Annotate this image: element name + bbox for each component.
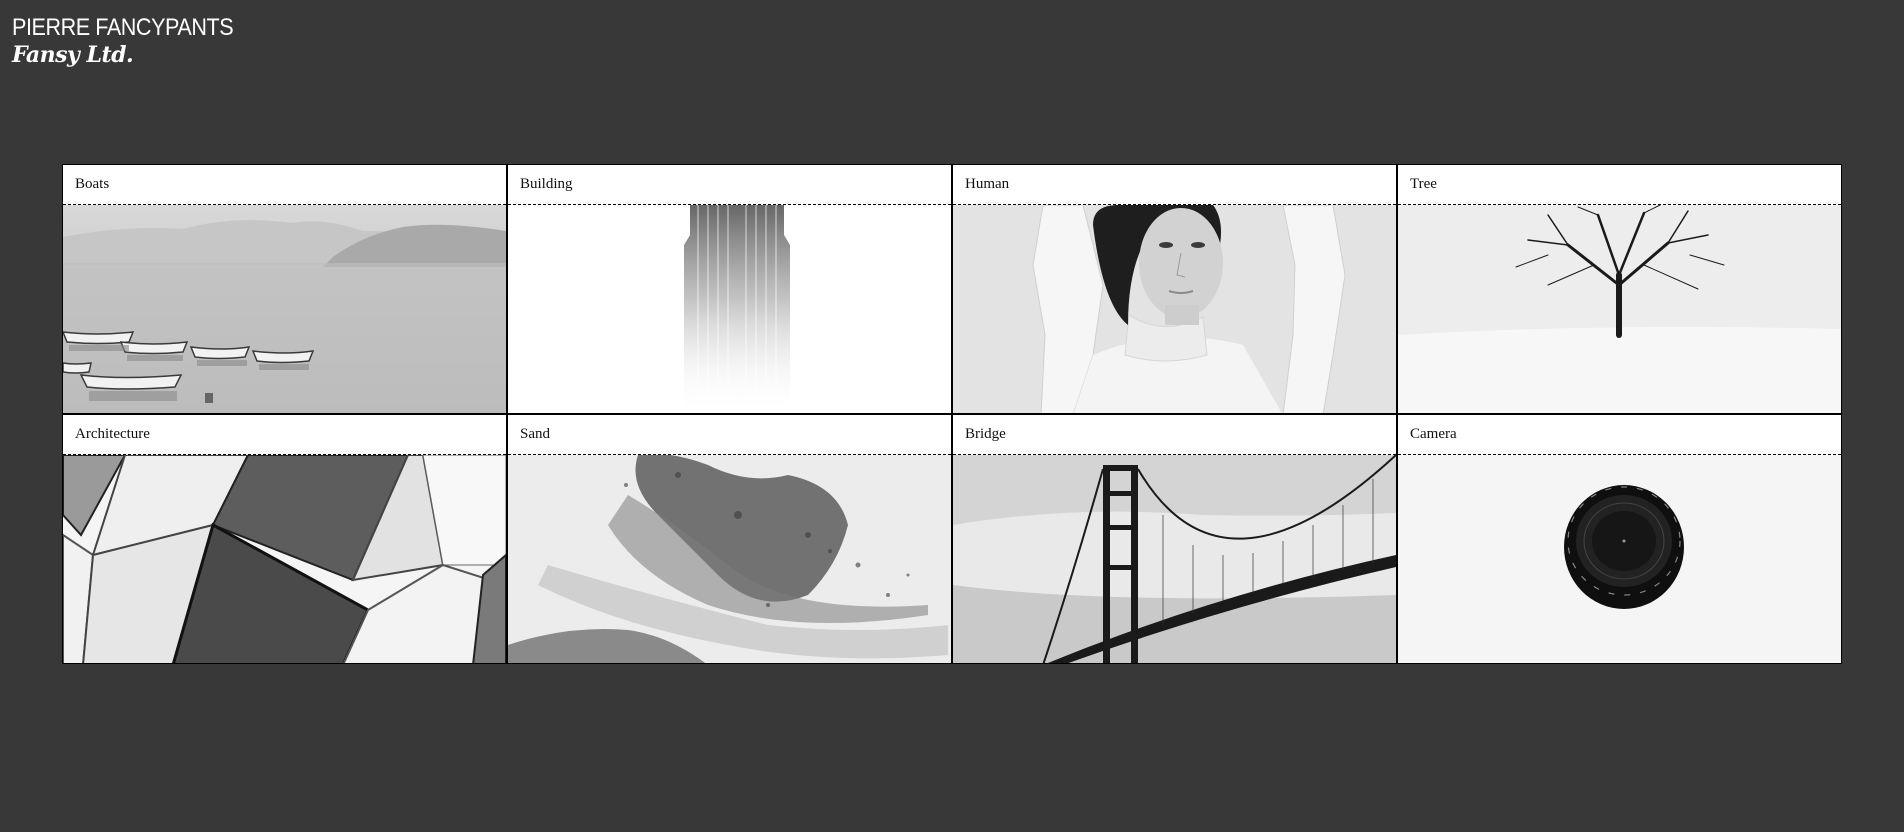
gallery-card-tree[interactable]: Tree	[1397, 164, 1842, 414]
gallery-card-camera[interactable]: Camera	[1397, 414, 1842, 664]
gallery-grid: Boats Building Human Tree Architecture S…	[62, 164, 1842, 664]
card-label: Boats	[63, 165, 506, 205]
camera-lens-photo[interactable]	[1398, 455, 1841, 664]
gallery-card-bridge[interactable]: Bridge	[952, 414, 1397, 664]
boats-photo[interactable]	[63, 205, 506, 414]
brand-name: PIERRE FANCYPANTS	[12, 14, 234, 41]
brand-header: PIERRE FANCYPANTS Fansy Ltd.	[12, 14, 258, 68]
card-label: Sand	[508, 415, 951, 455]
sand-photo[interactable]	[508, 455, 951, 664]
brand-subtitle: Fansy Ltd.	[12, 42, 134, 68]
architecture-photo[interactable]	[63, 455, 506, 664]
gallery-card-boats[interactable]: Boats	[62, 164, 507, 414]
card-label: Bridge	[953, 415, 1396, 455]
card-label: Building	[508, 165, 951, 205]
gallery-card-architecture[interactable]: Architecture	[62, 414, 507, 664]
card-label: Tree	[1398, 165, 1841, 205]
card-label: Camera	[1398, 415, 1841, 455]
tree-photo[interactable]	[1398, 205, 1841, 414]
bridge-photo[interactable]	[953, 455, 1396, 664]
gallery-card-sand[interactable]: Sand	[507, 414, 952, 664]
card-label: Architecture	[63, 415, 506, 455]
human-photo[interactable]	[953, 205, 1396, 414]
building-photo[interactable]	[508, 205, 951, 414]
card-label: Human	[953, 165, 1396, 205]
gallery-card-building[interactable]: Building	[507, 164, 952, 414]
gallery-card-human[interactable]: Human	[952, 164, 1397, 414]
